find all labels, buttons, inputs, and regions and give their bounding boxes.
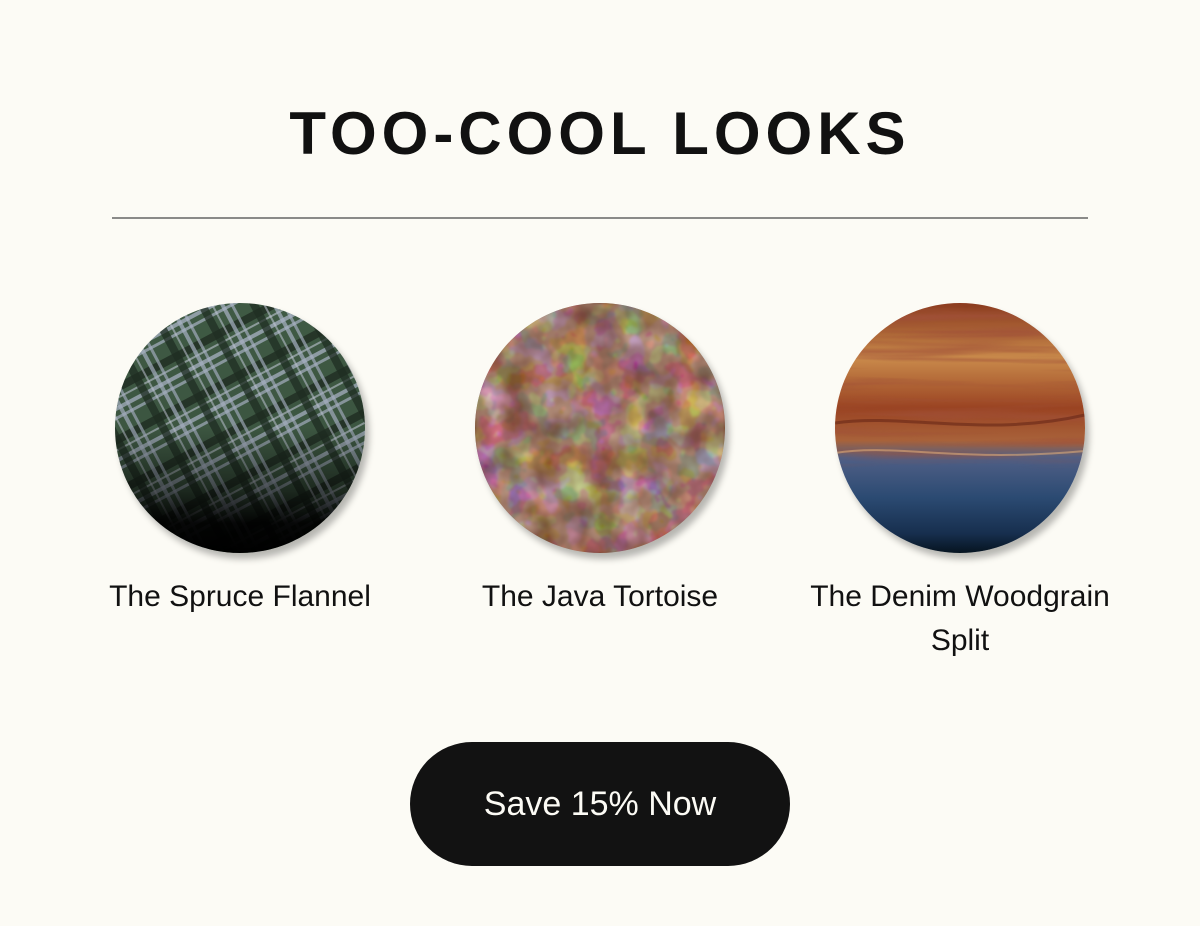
product-card-java-tortoise: The Java Tortoise <box>420 303 780 619</box>
plaid-flannel-swatch-icon[interactable] <box>115 303 365 553</box>
product-card-spruce-flannel: The Spruce Flannel <box>60 303 420 619</box>
section-title: TOO-COOL LOOKS <box>289 100 911 167</box>
product-name-link[interactable]: The Java Tortoise <box>450 575 750 619</box>
promo-section: TOO-COOL LOOKS The Spruce Flannel The Ja… <box>0 0 1200 926</box>
woodgrain-denim-swatch-icon[interactable] <box>835 303 1085 553</box>
product-name-link[interactable]: The Denim Woodgrain Split <box>810 575 1110 663</box>
product-name-link[interactable]: The Spruce Flannel <box>90 575 390 619</box>
tortoiseshell-swatch-icon[interactable] <box>475 303 725 553</box>
product-card-denim-woodgrain-split: The Denim Woodgrain Split <box>780 303 1140 663</box>
divider <box>112 217 1088 219</box>
save-15-percent-button[interactable]: Save 15% Now <box>410 742 790 866</box>
